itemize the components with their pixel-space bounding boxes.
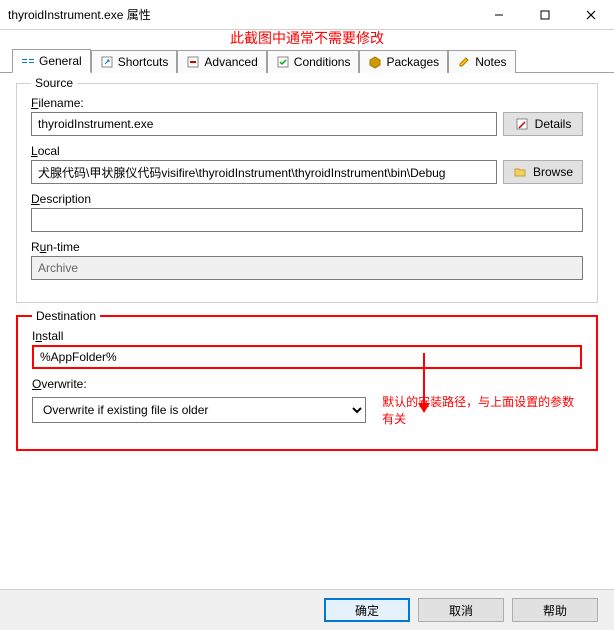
shortcuts-icon [100,55,114,69]
maximize-button[interactable] [522,0,568,29]
packages-icon [368,55,382,69]
runtime-label: Run-time [31,240,583,254]
tab-bar: General Shortcuts Advanced Conditions Pa… [0,44,614,73]
annotation-top: 此截图中通常不需要修改 [0,28,614,48]
source-legend: Source [31,76,77,90]
overwrite-label: Overwrite: [32,377,582,391]
source-fieldset: Source FFilename:ilename: Details Local … [16,83,598,303]
content-area: Source FFilename:ilename: Details Local … [0,73,614,473]
tab-advanced[interactable]: Advanced [177,50,266,73]
details-icon [515,117,529,131]
titlebar: thyroidInstrument.exe 属性 [0,0,614,30]
filename-label: FFilename:ilename: [31,96,583,110]
dialog-footer: 确定 取消 帮助 [0,589,614,630]
notes-icon [457,55,471,69]
tab-notes[interactable]: Notes [448,50,515,73]
tab-label: Shortcuts [118,55,169,69]
minimize-button[interactable] [476,0,522,29]
window-title: thyroidInstrument.exe 属性 [8,6,476,23]
general-icon [21,54,35,68]
local-input[interactable] [31,160,497,184]
install-input[interactable] [32,345,582,369]
tab-shortcuts[interactable]: Shortcuts [91,50,178,73]
runtime-input [31,256,583,280]
conditions-icon [276,55,290,69]
annotation-arrow [418,353,430,413]
tab-packages[interactable]: Packages [359,50,448,73]
tab-label: Packages [386,55,439,69]
install-label: Install [32,329,582,343]
annotation-bottom: 默认的安装路径，与上面设置的参数有关 [382,393,582,427]
window-buttons [476,0,614,29]
local-label: Local [31,144,583,158]
destination-fieldset: Destination Install Overwrite: Overwrite… [16,315,598,451]
overwrite-select[interactable]: Overwrite if existing file is older [32,397,366,423]
tab-label: Conditions [294,55,351,69]
cancel-button[interactable]: 取消 [418,598,504,622]
tab-conditions[interactable]: Conditions [267,50,360,73]
description-input[interactable] [31,208,583,232]
tab-general[interactable]: General [12,49,91,73]
browse-icon [513,165,527,179]
details-button[interactable]: Details [503,112,583,136]
help-button[interactable]: 帮助 [512,598,598,622]
destination-legend: Destination [32,309,100,323]
description-label: Description [31,192,583,206]
tab-label: Advanced [204,55,257,69]
advanced-icon [186,55,200,69]
filename-input[interactable] [31,112,497,136]
ok-button[interactable]: 确定 [324,598,410,622]
browse-button[interactable]: Browse [503,160,583,184]
close-button[interactable] [568,0,614,29]
tab-label: General [39,54,82,68]
tab-label: Notes [475,55,506,69]
